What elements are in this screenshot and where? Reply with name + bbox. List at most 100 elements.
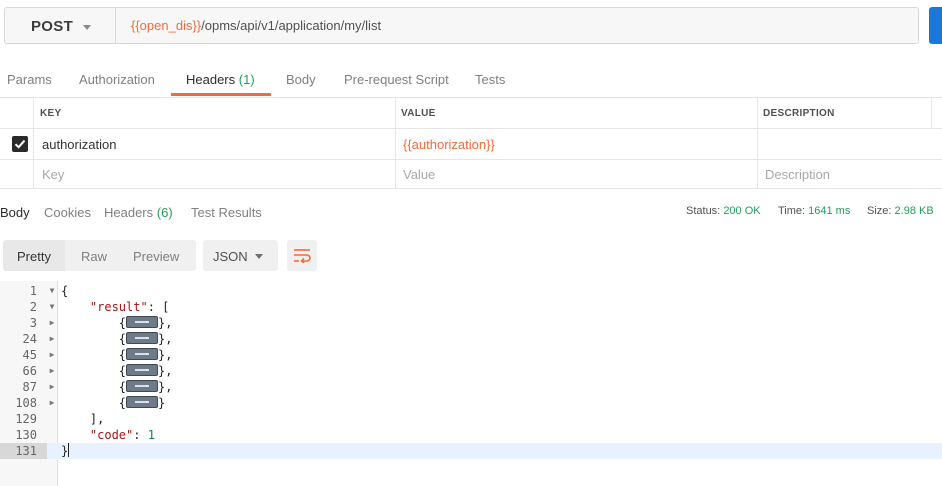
line-number: 24 bbox=[22, 332, 37, 346]
wrap-lines-button[interactable] bbox=[287, 240, 317, 271]
view-pretty-button[interactable]: Pretty bbox=[17, 249, 51, 264]
tab-label: Cookies bbox=[44, 205, 91, 220]
url-variable: {{open_dis}} bbox=[131, 18, 202, 33]
header-value-cell[interactable]: {{authorization}} bbox=[403, 137, 495, 152]
collapsed-object-icon[interactable] bbox=[126, 364, 159, 376]
column-divider bbox=[757, 160, 758, 188]
column-divider bbox=[395, 160, 396, 188]
send-button[interactable] bbox=[929, 7, 942, 44]
fold-closed-icon[interactable]: ▶ bbox=[47, 315, 57, 331]
tab-label: Pre-request Script bbox=[344, 72, 449, 87]
code-line: 129 ], bbox=[0, 411, 942, 427]
tab-label: Headers bbox=[104, 205, 154, 220]
response-tabs: Body Cookies Headers (6) Test Results St… bbox=[0, 198, 942, 226]
response-time: Time: 1641 ms bbox=[778, 205, 850, 217]
tab-count: (1) bbox=[238, 72, 255, 87]
response-tab-body[interactable]: Body bbox=[0, 205, 30, 220]
header-key-cell[interactable]: authorization bbox=[42, 137, 116, 152]
code-line: 45 ▶ {}, bbox=[0, 347, 942, 363]
code-text: "result": [ bbox=[89, 300, 170, 314]
code-text: } bbox=[61, 443, 70, 458]
tab-label: Headers bbox=[186, 72, 236, 87]
collapsed-object-icon[interactable] bbox=[126, 348, 159, 360]
language-select[interactable]: JSON bbox=[203, 240, 278, 271]
tab-label: Body bbox=[0, 205, 30, 220]
language-label: JSON bbox=[213, 249, 248, 264]
fold-closed-icon[interactable]: ▶ bbox=[47, 363, 57, 379]
tab-authorization[interactable]: Authorization bbox=[79, 72, 155, 87]
view-preview-button[interactable]: Preview bbox=[133, 249, 179, 264]
method-select[interactable]: POST bbox=[4, 7, 116, 44]
tab-headers[interactable]: Headers (1) bbox=[186, 72, 255, 87]
code-text: {}, bbox=[61, 348, 173, 362]
line-number: 131 bbox=[0, 443, 47, 459]
code-line: 1 ▼ { bbox=[0, 283, 942, 299]
code-line: 66 ▶ {}, bbox=[0, 363, 942, 379]
tab-label: Test Results bbox=[191, 205, 262, 220]
response-tab-cookies[interactable]: Cookies bbox=[44, 205, 91, 220]
chevron-down-icon bbox=[255, 254, 263, 259]
code-text: {}, bbox=[61, 332, 173, 346]
response-body-editor[interactable]: 1 ▼ { 2 ▼ "result": [ 3 ▶ {}, 24 ▶ {}, 4… bbox=[0, 281, 942, 486]
column-header-description: DESCRIPTION bbox=[763, 108, 835, 119]
code-line: 3 ▶ {}, bbox=[0, 315, 942, 331]
request-tabs: Params Authorization Headers (1) Body Pr… bbox=[0, 66, 942, 98]
tab-tests[interactable]: Tests bbox=[475, 72, 505, 87]
line-number: 129 bbox=[15, 412, 37, 426]
new-key-input[interactable]: Key bbox=[42, 167, 64, 182]
line-number: 108 bbox=[15, 396, 37, 410]
collapsed-object-icon[interactable] bbox=[126, 396, 159, 408]
code-line-active: 131 } bbox=[0, 443, 942, 459]
line-number: 2 bbox=[29, 300, 37, 314]
url-input[interactable]: {{open_dis}}/opms/api/v1/application/my/… bbox=[115, 7, 919, 44]
column-divider bbox=[33, 160, 34, 188]
url-path: /opms/api/v1/application/my/list bbox=[201, 18, 382, 33]
fold-closed-icon[interactable]: ▶ bbox=[47, 347, 57, 363]
code-text: {} bbox=[61, 396, 166, 410]
response-tab-headers[interactable]: Headers (6) bbox=[104, 205, 173, 220]
text-cursor bbox=[68, 443, 70, 457]
new-value-input[interactable]: Value bbox=[403, 167, 435, 182]
fold-open-icon[interactable]: ▼ bbox=[47, 283, 57, 299]
code-text: "code": 1 bbox=[89, 428, 155, 442]
collapsed-object-icon[interactable] bbox=[126, 380, 159, 392]
table-row: authorization {{authorization}} bbox=[0, 129, 942, 160]
method-label: POST bbox=[31, 18, 74, 35]
fold-closed-icon[interactable]: ▶ bbox=[47, 379, 57, 395]
response-size: Size: 2.98 KB bbox=[867, 205, 934, 217]
code-text: ], bbox=[61, 412, 105, 426]
tab-pre-request-script[interactable]: Pre-request Script bbox=[344, 72, 449, 87]
fold-closed-icon[interactable]: ▶ bbox=[47, 331, 57, 347]
new-description-input[interactable]: Description bbox=[765, 167, 830, 182]
collapsed-object-icon[interactable] bbox=[126, 332, 159, 344]
tab-body[interactable]: Body bbox=[286, 72, 316, 87]
table-row-new: Key Value Description bbox=[0, 160, 942, 189]
chevron-down-icon bbox=[83, 25, 91, 30]
view-raw-button[interactable]: Raw bbox=[81, 249, 107, 264]
size-label: Size: bbox=[867, 205, 892, 217]
tab-params[interactable]: Params bbox=[7, 72, 52, 87]
code-line: 130 "code": 1 bbox=[0, 427, 942, 443]
column-divider bbox=[757, 98, 758, 128]
line-number: 130 bbox=[15, 428, 37, 442]
tab-count: (6) bbox=[156, 205, 173, 220]
json-key-result: "result" bbox=[89, 300, 148, 314]
fold-closed-icon[interactable]: ▶ bbox=[47, 395, 57, 411]
fold-open-icon[interactable]: ▼ bbox=[47, 299, 57, 315]
active-tab-indicator bbox=[171, 93, 271, 96]
line-number: 87 bbox=[22, 380, 37, 394]
code-text: {}, bbox=[61, 316, 173, 330]
collapsed-object-icon[interactable] bbox=[126, 316, 159, 328]
column-header-key: KEY bbox=[40, 108, 62, 119]
header-enabled-checkbox[interactable] bbox=[12, 136, 28, 152]
line-number: 45 bbox=[22, 348, 37, 362]
code-line: 24 ▶ {}, bbox=[0, 331, 942, 347]
code-line: 87 ▶ {}, bbox=[0, 379, 942, 395]
time-value: 1641 ms bbox=[808, 205, 851, 217]
status-value: 200 OK bbox=[723, 205, 761, 217]
line-number: 66 bbox=[22, 364, 37, 378]
column-divider bbox=[931, 98, 932, 128]
time-label: Time: bbox=[778, 205, 806, 217]
response-tab-test-results[interactable]: Test Results bbox=[191, 205, 262, 220]
body-toolbar: Pretty Raw Preview JSON bbox=[0, 240, 942, 274]
